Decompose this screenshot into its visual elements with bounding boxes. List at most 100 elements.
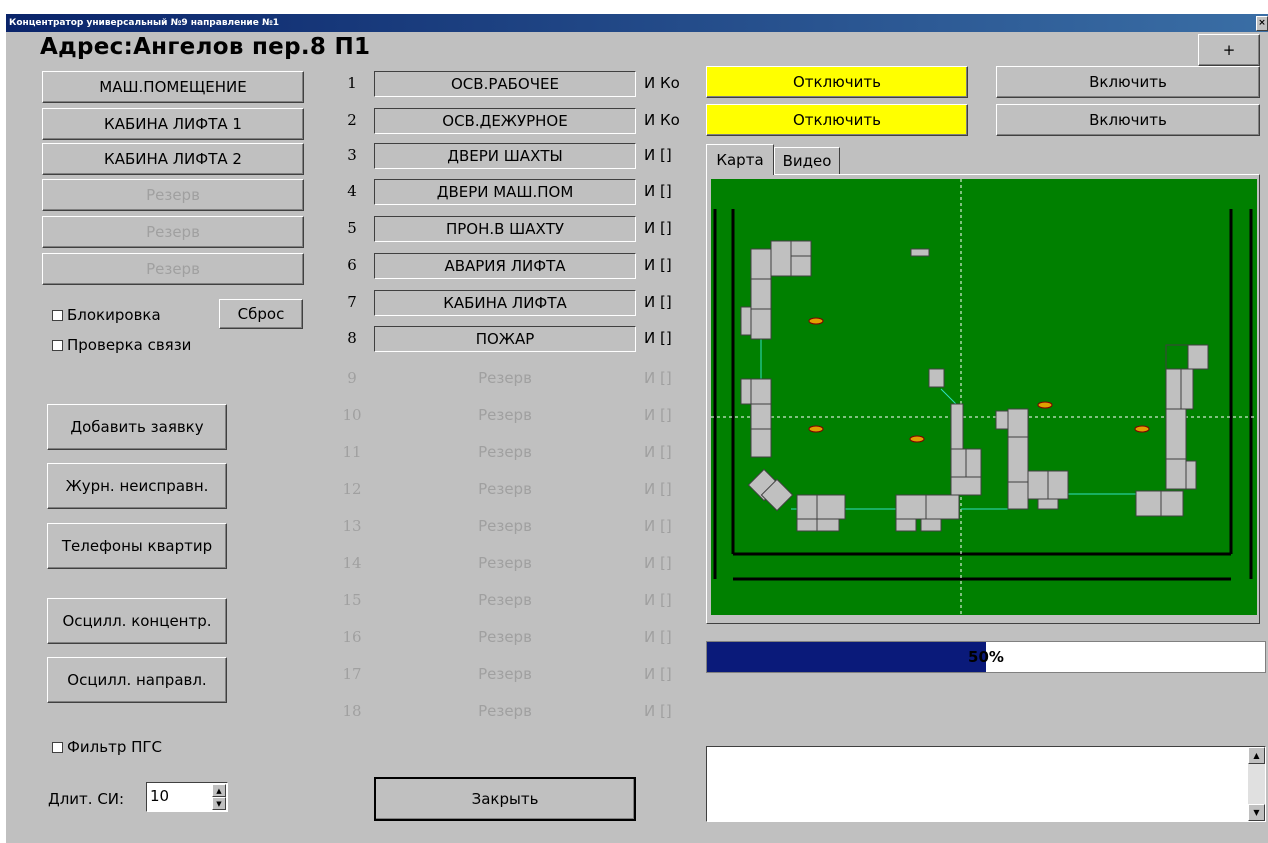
group-button-mash-room[interactable]: МАШ.ПОМЕЩЕНИЕ bbox=[42, 71, 304, 103]
channel-label[interactable]: ОСВ.ДЕЖУРНОЕ bbox=[374, 108, 636, 134]
fault-log-button[interactable]: Журн. неисправн. bbox=[47, 463, 227, 509]
map-devices bbox=[740, 240, 1209, 532]
map-sensors bbox=[808, 317, 1150, 443]
duration-label: Длит. СИ: bbox=[48, 790, 125, 808]
channel-indicator: И [] bbox=[644, 219, 672, 237]
check-link-checkbox[interactable]: Проверка связи bbox=[52, 336, 191, 354]
close-button[interactable]: Закрыть bbox=[374, 777, 636, 821]
channel-label: Резерв bbox=[478, 628, 532, 646]
channel-label[interactable]: ПОЖАР bbox=[374, 326, 636, 352]
group-button-reserve-3[interactable]: Резерв bbox=[42, 253, 304, 285]
check-link-checkbox-label: Проверка связи bbox=[67, 336, 192, 354]
message-box[interactable]: ▲ ▼ bbox=[706, 746, 1266, 822]
channel-label[interactable]: ДВЕРИ МАШ.ПОМ bbox=[374, 179, 636, 205]
channel-number: 15 bbox=[342, 591, 362, 609]
add-request-button[interactable]: Добавить заявку bbox=[47, 404, 227, 450]
tab-map[interactable]: Карта bbox=[706, 144, 774, 175]
channel-number: 10 bbox=[342, 406, 362, 424]
group-button-reserve-2[interactable]: Резерв bbox=[42, 216, 304, 248]
channel-indicator: И Ко bbox=[644, 74, 680, 92]
phones-button[interactable]: Телефоны квартир bbox=[47, 523, 227, 569]
title-bar: Концентратор универсальный №9 направлени… bbox=[6, 14, 1268, 32]
channel-label: Резерв bbox=[478, 369, 532, 387]
channel-indicator: И [] bbox=[644, 702, 672, 720]
channel-indicator: И [] bbox=[644, 517, 672, 535]
channel-label[interactable]: КАБИНА ЛИФТА bbox=[374, 290, 636, 316]
channel-number: 18 bbox=[342, 702, 362, 720]
channel-number: 12 bbox=[342, 480, 362, 498]
map-panel bbox=[706, 174, 1260, 624]
filter-pgs-checkbox-box[interactable] bbox=[52, 741, 63, 753]
channel-number: 7 bbox=[347, 293, 357, 311]
channel-number: 13 bbox=[342, 517, 362, 535]
floor-map-svg bbox=[711, 179, 1257, 615]
channel-number: 2 bbox=[347, 111, 357, 129]
check-link-checkbox-box[interactable] bbox=[52, 339, 63, 351]
channel-label[interactable]: АВАРИЯ ЛИФТА bbox=[374, 253, 636, 279]
channel-label: Резерв bbox=[478, 665, 532, 683]
channel-number: 1 bbox=[347, 74, 357, 92]
channel-indicator: И [] bbox=[644, 554, 672, 572]
window-title: Концентратор универсальный №9 направлени… bbox=[9, 18, 280, 28]
block-checkbox[interactable]: Блокировка bbox=[52, 306, 161, 324]
progress-bar: 50% bbox=[706, 641, 1266, 673]
channel-label[interactable]: ДВЕРИ ШАХТЫ bbox=[374, 143, 636, 169]
block-checkbox-box[interactable] bbox=[52, 309, 63, 321]
channel-number: 17 bbox=[342, 665, 362, 683]
osc-direction-button[interactable]: Осцилл. направл. bbox=[47, 657, 227, 703]
channel-number: 16 bbox=[342, 628, 362, 646]
channel-indicator: И [] bbox=[644, 329, 672, 347]
group-button-cabin-2[interactable]: КАБИНА ЛИФТА 2 bbox=[42, 143, 304, 175]
off-button-1[interactable]: Отключить bbox=[706, 66, 968, 98]
channel-number: 4 bbox=[347, 182, 357, 200]
channel-label: Резерв bbox=[478, 480, 532, 498]
plus-button[interactable]: + bbox=[1198, 34, 1260, 66]
reset-button[interactable]: Сброс bbox=[219, 299, 303, 329]
channel-indicator: И [] bbox=[644, 406, 672, 424]
group-button-cabin-1[interactable]: КАБИНА ЛИФТА 1 bbox=[42, 108, 304, 140]
floor-map[interactable] bbox=[711, 179, 1257, 615]
channel-label[interactable]: ПРОН.В ШАХТУ bbox=[374, 216, 636, 242]
group-button-reserve-1[interactable]: Резерв bbox=[42, 179, 304, 211]
channel-number: 6 bbox=[347, 256, 357, 274]
channel-indicator: И [] bbox=[644, 665, 672, 683]
map-device-alt bbox=[1165, 344, 1189, 370]
channel-indicator: И [] bbox=[644, 369, 672, 387]
spin-down-icon[interactable]: ▼ bbox=[212, 797, 226, 810]
message-scrollbar[interactable]: ▲ ▼ bbox=[1248, 747, 1265, 821]
channel-number: 3 bbox=[347, 146, 357, 164]
channel-indicator: И Ко bbox=[644, 111, 680, 129]
channel-label: Резерв bbox=[478, 554, 532, 572]
close-window-icon[interactable]: × bbox=[1256, 16, 1268, 31]
channel-number: 14 bbox=[342, 554, 362, 572]
channel-label: Резерв bbox=[478, 702, 532, 720]
channel-indicator: И [] bbox=[644, 480, 672, 498]
spin-up-icon[interactable]: ▲ bbox=[212, 784, 226, 797]
off-button-2[interactable]: Отключить bbox=[706, 104, 968, 136]
on-button-1[interactable]: Включить bbox=[996, 66, 1260, 98]
duration-value[interactable]: 10 bbox=[150, 787, 169, 805]
scroll-down-icon[interactable]: ▼ bbox=[1248, 804, 1265, 821]
channel-label: Резерв bbox=[478, 443, 532, 461]
channel-indicator: И [] bbox=[644, 591, 672, 609]
tab-video[interactable]: Видео bbox=[774, 147, 840, 174]
channel-label: Резерв bbox=[478, 406, 532, 424]
channel-indicator: И [] bbox=[644, 443, 672, 461]
filter-pgs-checkbox-label: Фильтр ПГС bbox=[67, 738, 163, 756]
channel-indicator: И [] bbox=[644, 146, 672, 164]
channel-label[interactable]: ОСВ.РАБОЧЕЕ bbox=[374, 71, 636, 97]
scroll-up-icon[interactable]: ▲ bbox=[1248, 747, 1265, 764]
channel-indicator: И [] bbox=[644, 628, 672, 646]
on-button-2[interactable]: Включить bbox=[996, 104, 1260, 136]
channel-indicator: И [] bbox=[644, 256, 672, 274]
channel-number: 8 bbox=[347, 329, 357, 347]
duration-spinner[interactable]: 10 ▲ ▼ bbox=[146, 782, 228, 812]
filter-pgs-checkbox[interactable]: Фильтр ПГС bbox=[52, 738, 162, 756]
channel-label: Резерв bbox=[478, 517, 532, 535]
concentrator-window: Концентратор универсальный №9 направлени… bbox=[6, 14, 1268, 843]
channel-number: 9 bbox=[347, 369, 357, 387]
channel-number: 11 bbox=[342, 443, 362, 461]
address-heading: Адрес:Ангелов пер.8 П1 bbox=[40, 34, 371, 60]
osc-concentrator-button[interactable]: Осцилл. концентр. bbox=[47, 598, 227, 644]
channel-indicator: И [] bbox=[644, 182, 672, 200]
